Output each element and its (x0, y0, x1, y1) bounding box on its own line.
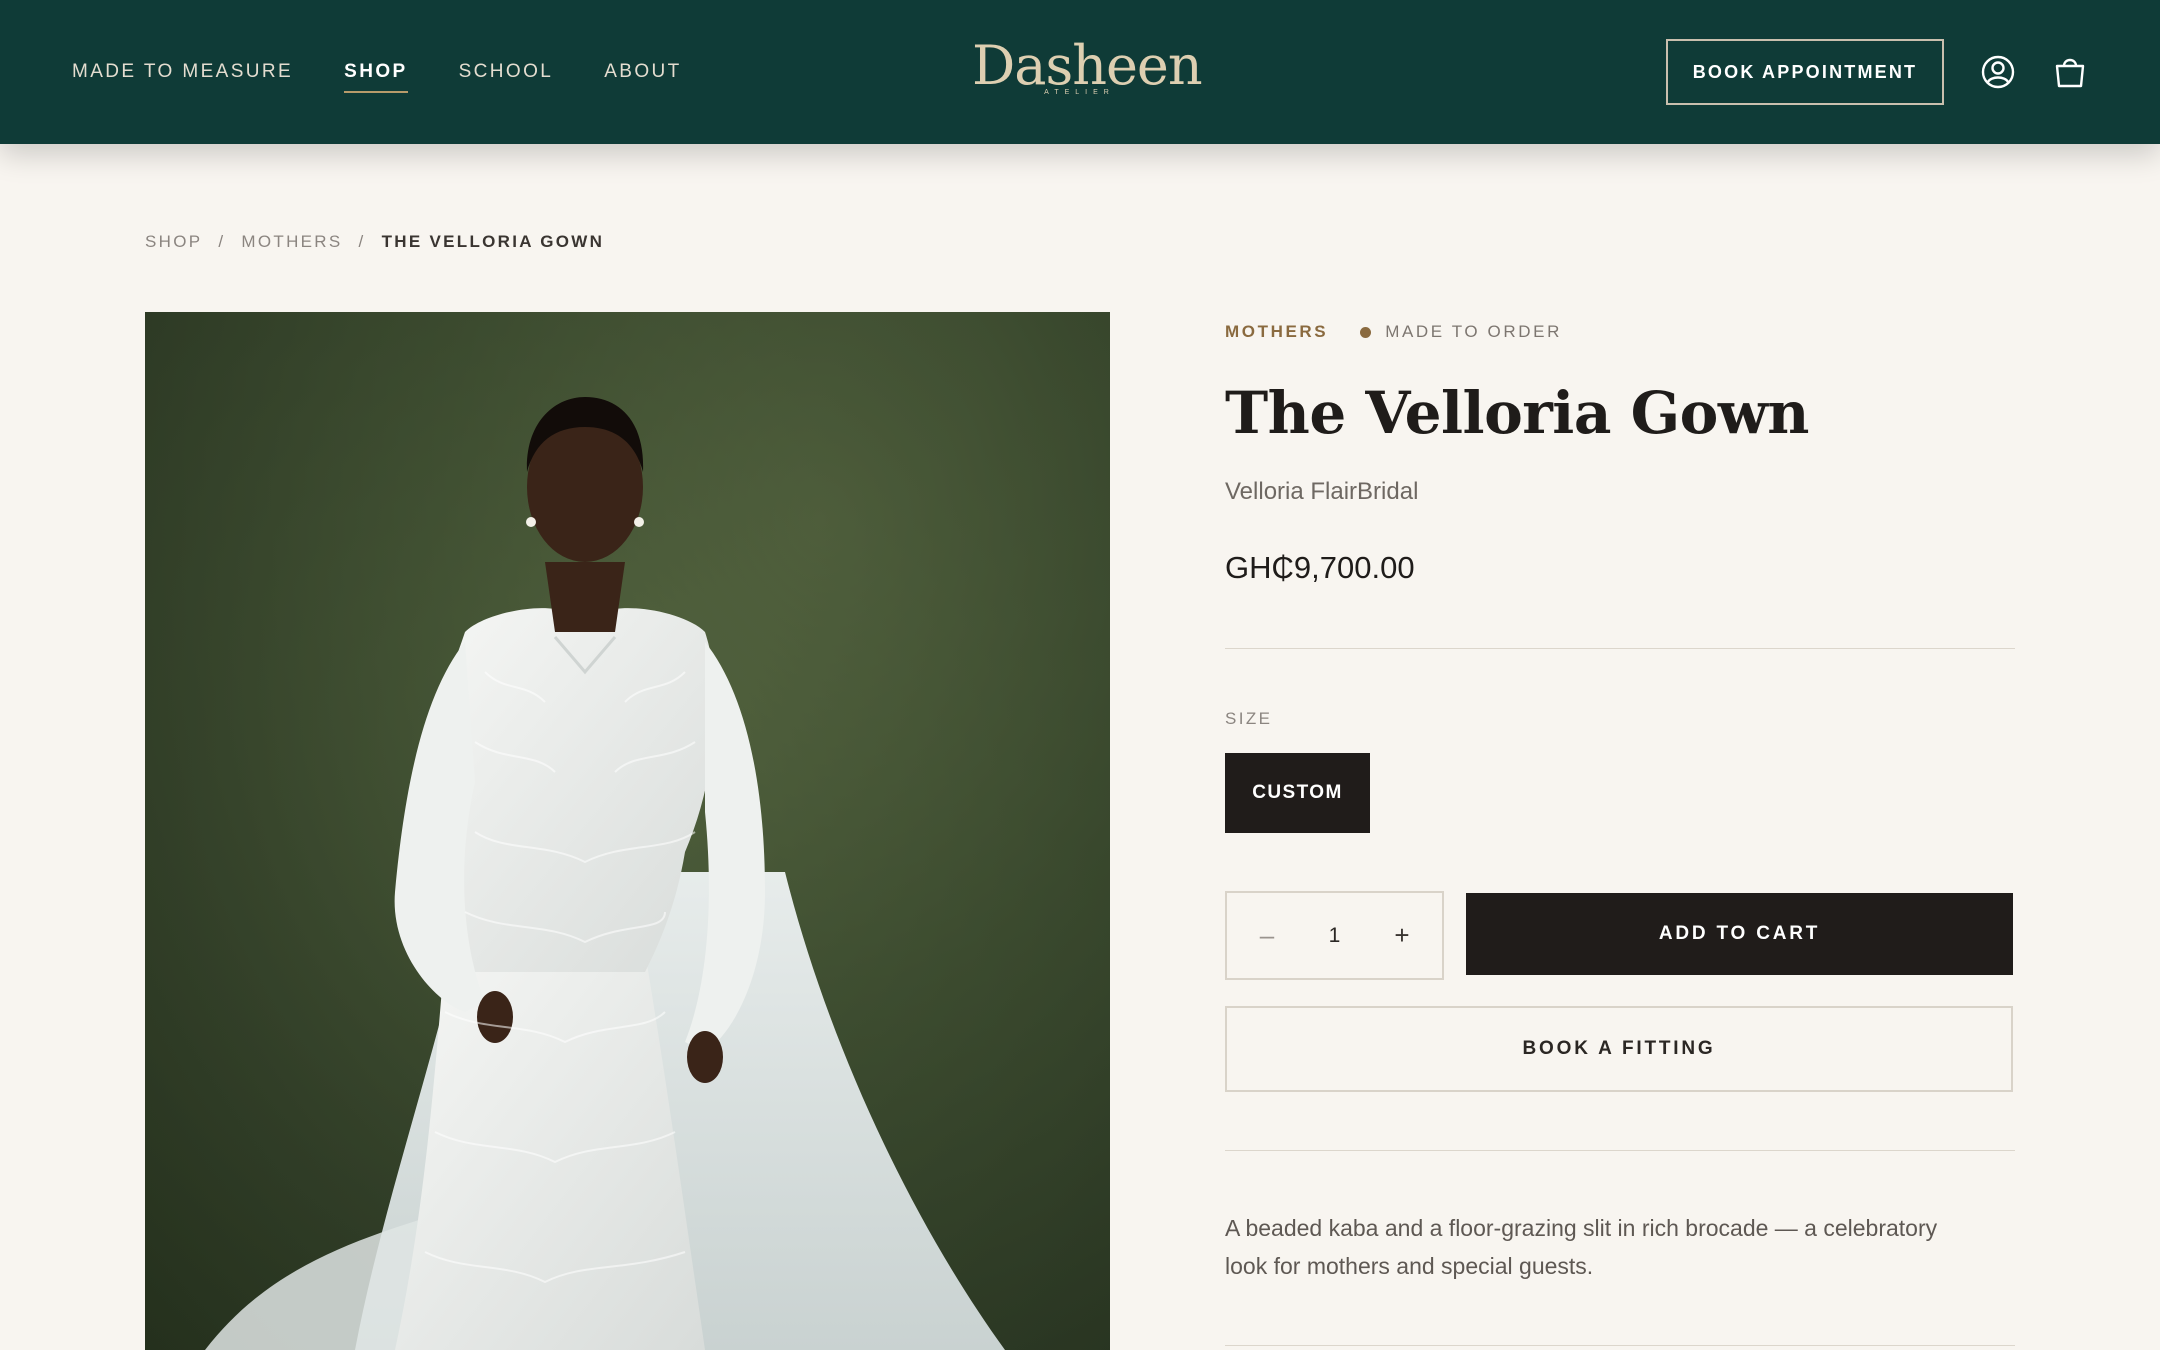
product-details: MOTHERS MADE TO ORDER The Velloria Gown … (1225, 312, 2015, 1346)
nav-about[interactable]: ABOUT (604, 55, 681, 89)
site-header: MADE TO MEASURE SHOP SCHOOL ABOUT Dashee… (0, 0, 2160, 144)
bullet-dot (1360, 326, 1372, 338)
divider (1225, 648, 2015, 649)
breadcrumb-shop[interactable]: SHOP (145, 232, 202, 252)
divider (1225, 1345, 2015, 1346)
user-icon[interactable] (1978, 52, 2018, 92)
nav-school[interactable]: SCHOOL (459, 55, 554, 89)
quantity-stepper: – 1 + (1225, 891, 1444, 980)
quantity-increase-button[interactable]: + (1390, 920, 1414, 951)
breadcrumb-mothers[interactable]: MOTHERS (241, 232, 342, 252)
availability-label: MADE TO ORDER (1385, 322, 1562, 341)
gown-photo-illustration (145, 312, 1110, 1350)
quantity-value[interactable]: 1 (1329, 924, 1341, 948)
book-fitting-button[interactable]: BOOK A FITTING (1225, 1006, 2013, 1092)
book-appointment-button[interactable]: BOOK APPOINTMENT (1666, 39, 1944, 105)
product-brand: Velloria FlairBridal (1225, 478, 1419, 505)
shopping-bag-icon[interactable] (2050, 52, 2090, 92)
size-label: SIZE (1225, 709, 1273, 728)
nav-made-to-measure[interactable]: MADE TO MEASURE (72, 55, 293, 89)
quantity-decrease-button[interactable]: – (1255, 920, 1279, 951)
nav-shop[interactable]: SHOP (344, 55, 409, 93)
logo-subtitle: ATELIER (1044, 89, 1115, 96)
product-title: The Velloria Gown (1225, 379, 1809, 447)
breadcrumb-separator: / (358, 232, 366, 251)
breadcrumb-current: THE VELLORIA GOWN (381, 232, 605, 251)
breadcrumb: SHOP / MOTHERS / THE VELLORIA GOWN (145, 232, 604, 252)
product-meta: MOTHERS MADE TO ORDER (1225, 322, 2015, 342)
product-category[interactable]: MOTHERS (1225, 322, 1328, 342)
main-nav: MADE TO MEASURE SHOP SCHOOL ABOUT (72, 0, 682, 144)
purchase-row: – 1 + ADD TO CART (1225, 891, 2015, 980)
product-image[interactable] (145, 312, 1110, 1350)
size-option-custom[interactable]: CUSTOM (1225, 753, 1370, 833)
add-to-cart-button[interactable]: ADD TO CART (1466, 893, 2013, 975)
breadcrumb-separator: / (218, 232, 226, 251)
product-description: A beaded kaba and a floor-grazing slit i… (1225, 1215, 1938, 1279)
brand-logo[interactable]: Dasheen ATELIER (972, 34, 1203, 106)
product-price: GH₵9,700.00 (1225, 550, 1415, 585)
divider (1225, 1150, 2015, 1151)
